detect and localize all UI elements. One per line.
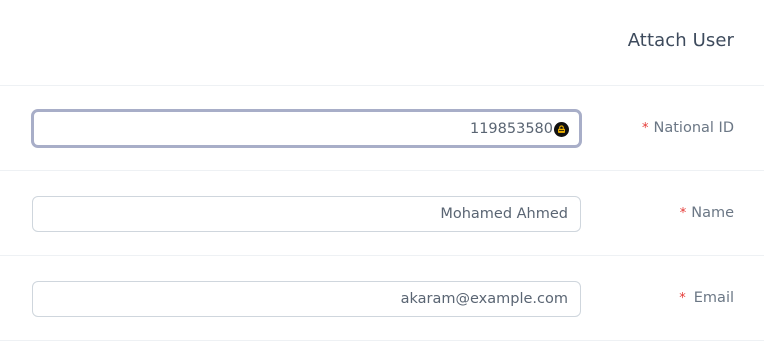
name-label: * Name: [680, 171, 734, 255]
name-label-text: Name: [691, 205, 734, 221]
dialog-header: Attach User: [0, 0, 764, 86]
required-asterisk: *: [679, 205, 687, 221]
national-id-label: * National ID: [642, 86, 734, 170]
email-input[interactable]: akaram@example.com: [32, 281, 581, 317]
email-label-text: Email: [693, 290, 734, 306]
national-id-input[interactable]: 119853580: [31, 109, 582, 148]
dialog-title: Attach User: [627, 30, 734, 51]
national-id-label-text: National ID: [653, 120, 734, 136]
attach-user-dialog: Attach User 119853580 * National ID Moha…: [0, 0, 764, 346]
required-asterisk: *: [642, 120, 649, 136]
name-row: Mohamed Ahmed * Name: [0, 171, 764, 256]
email-row: akaram@example.com * Email: [0, 256, 764, 341]
name-input[interactable]: Mohamed Ahmed: [32, 196, 581, 232]
password-manager-icon[interactable]: [554, 122, 569, 137]
email-label: * Email: [679, 256, 734, 340]
name-value: Mohamed Ahmed: [440, 206, 568, 222]
email-value: akaram@example.com: [400, 291, 568, 307]
national-id-value: 119853580: [469, 120, 553, 137]
national-id-row: 119853580 * National ID: [0, 86, 764, 171]
required-asterisk: *: [679, 290, 686, 306]
